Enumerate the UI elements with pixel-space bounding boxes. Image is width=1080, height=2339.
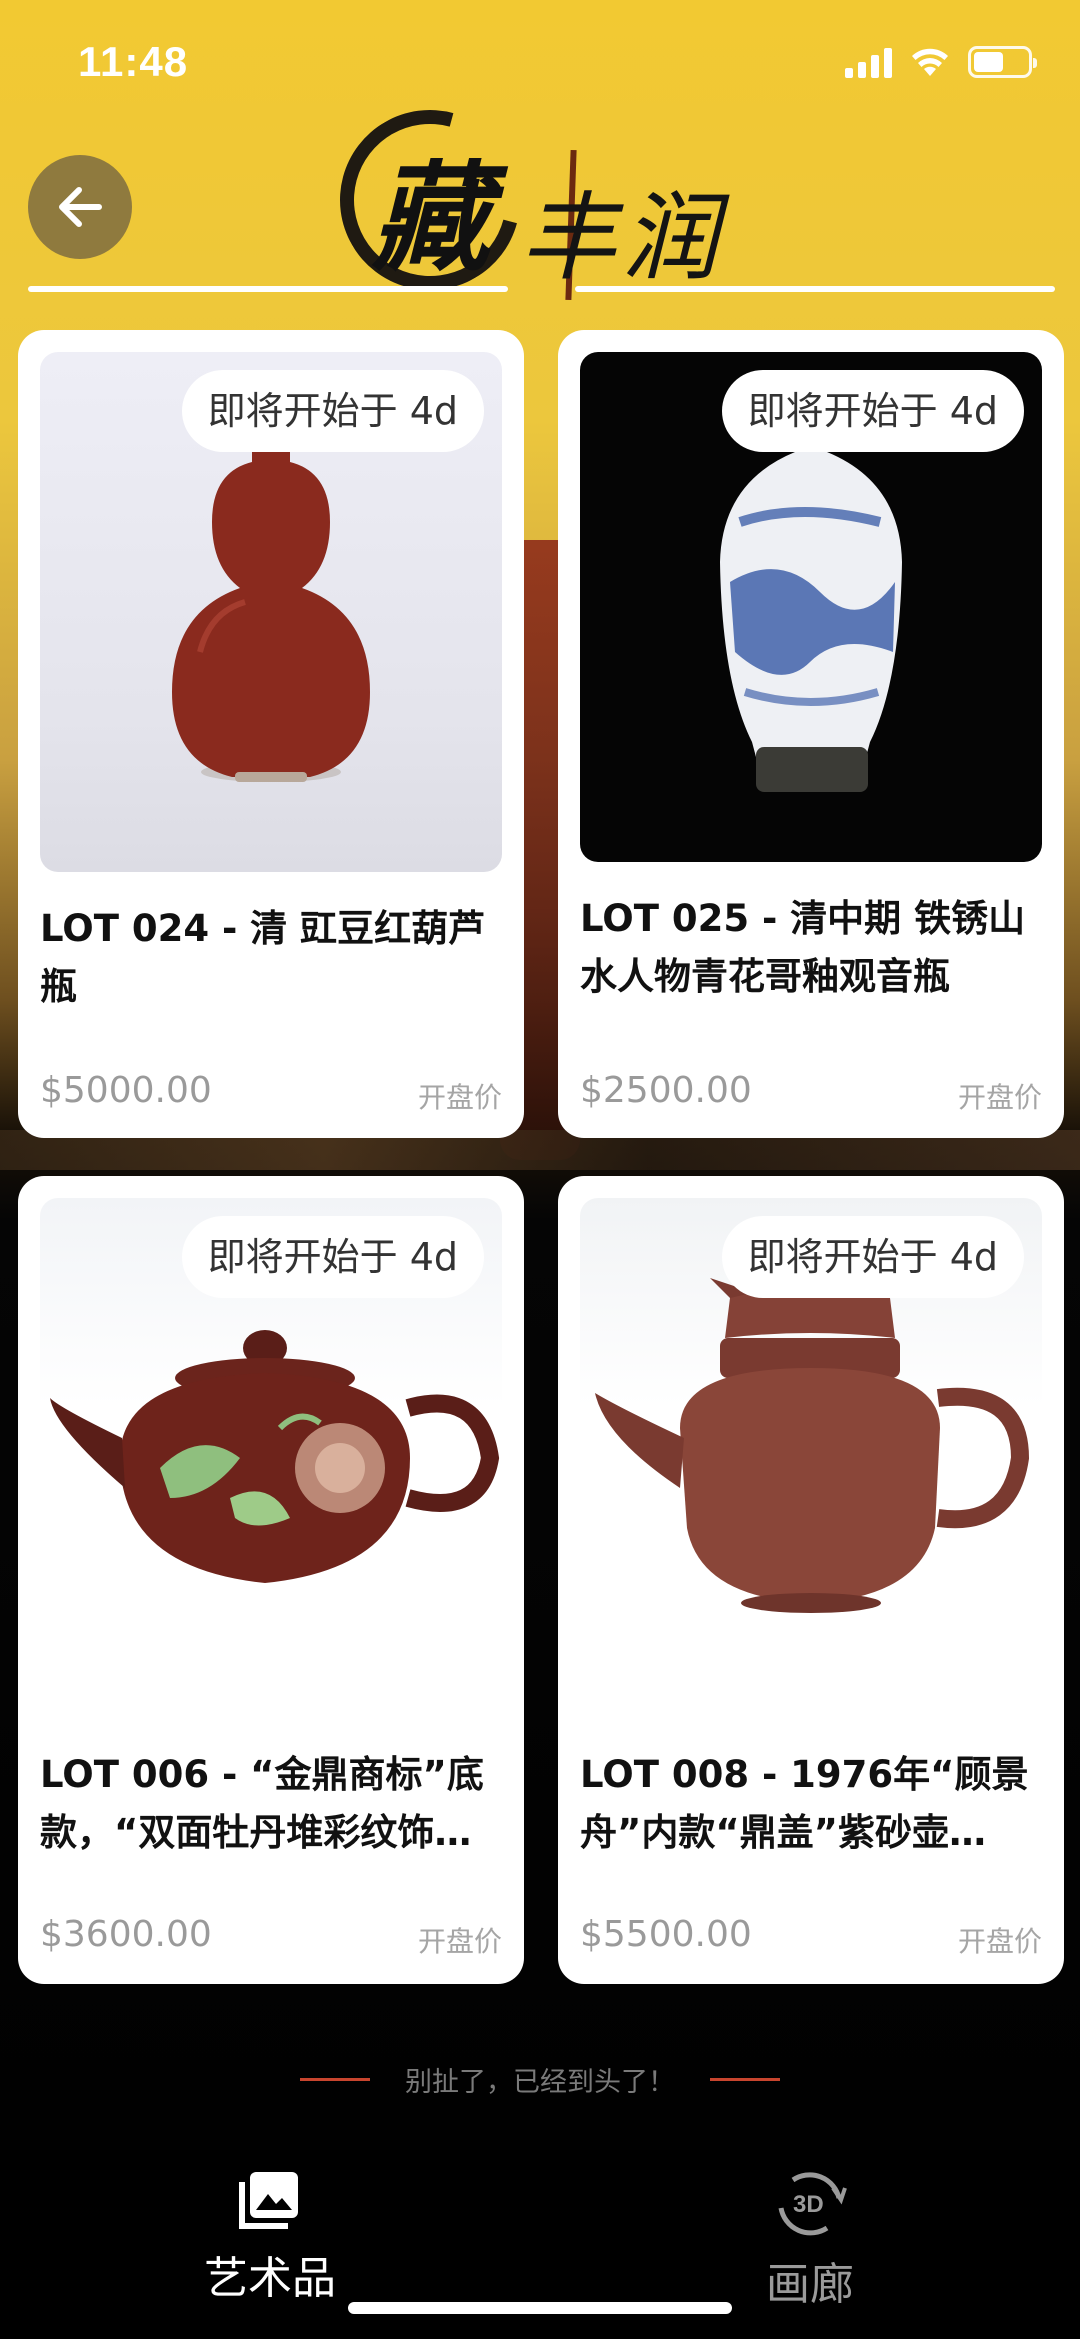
lot-title: LOT 024 - 清 豇豆红葫芦瓶 [40,907,486,1008]
cellular-signal-icon [845,46,892,78]
tab-label: 艺术品 [204,2253,336,2304]
lot-title: LOT 008 - 1976年“顾景舟”内款“鼎盖”紫砂壶 (带… [580,1753,1029,1854]
start-time-badge: 即将开始于 4d [721,1216,1024,1298]
tab-artworks[interactable]: 艺术品 [150,2168,390,2306]
3d-rotate-icon: 3D [778,2172,847,2236]
lot-price: $5000.00 [40,1070,212,1111]
lot-card[interactable]: 即将开始于 4d LOT 025 - 清中期 铁锈山水人物青花哥釉观音瓶 $25… [558,330,1064,1138]
wifi-icon [912,48,948,76]
back-button[interactable] [28,155,132,259]
header-divider-left [28,286,508,292]
home-indicator [348,2302,732,2314]
price-label: 开盘价 [417,1925,502,1958]
notice-divider-right [710,2078,781,2081]
lot-price: $5500.00 [580,1914,752,1955]
price-label: 开盘价 [417,1081,502,1114]
lot-image-peony-teapot[interactable]: 即将开始于 4d [40,1198,502,1718]
header-divider-right [575,286,1055,292]
logo-main-character: 藏 [372,148,491,287]
lot-price: $3600.00 [40,1914,212,1955]
tab-gallery[interactable]: 3D 画廊 [690,2168,930,2312]
photo-library-icon [239,2172,298,2229]
status-icons [845,46,1037,78]
arrow-left-icon [59,187,102,227]
lot-title: LOT 025 - 清中期 铁锈山水人物青花哥釉观音瓶 [580,897,1026,998]
lot-image-zisha-teapot[interactable]: 即将开始于 4d [580,1198,1042,1718]
brand-logo: 藏 丰润 [307,77,770,323]
lot-image-blue-white-vase[interactable]: 即将开始于 4d [580,352,1042,862]
start-time-badge: 即将开始于 4d [721,370,1024,452]
lot-card[interactable]: 即将开始于 4d LOT 008 - 1976年“顾景舟”内款“鼎盖”紫砂壶 (… [558,1176,1064,1984]
lot-title: LOT 006 - “金鼎商标”底款，“双面牡丹堆彩纹饰… [40,1753,484,1854]
status-time: 11:48 [78,38,189,85]
price-label: 开盘价 [957,1081,1042,1114]
svg-text:3D: 3D [793,2191,824,2218]
logo-text: 丰润 [520,182,724,294]
lot-card[interactable]: 即将开始于 4d LOT 006 - “金鼎商标”底款，“双面牡丹堆彩纹饰… $… [18,1176,524,1984]
end-of-list-notice: 别扯了，已经到头了！ [0,2060,1080,2099]
start-time-badge: 即将开始于 4d [181,1216,484,1298]
lot-price: $2500.00 [580,1070,752,1111]
lot-image-red-gourd-vase[interactable]: 即将开始于 4d [40,352,502,872]
price-label: 开盘价 [957,1925,1042,1958]
battery-icon [968,46,1037,78]
start-time-badge: 即将开始于 4d [181,370,484,452]
end-of-list-text: 别扯了，已经到头了！ [405,2067,675,2098]
notice-divider-left [299,2078,370,2081]
lot-card[interactable]: 即将开始于 4d LOT 024 - 清 豇豆红葫芦瓶 $5000.00 开盘价 [18,330,524,1138]
